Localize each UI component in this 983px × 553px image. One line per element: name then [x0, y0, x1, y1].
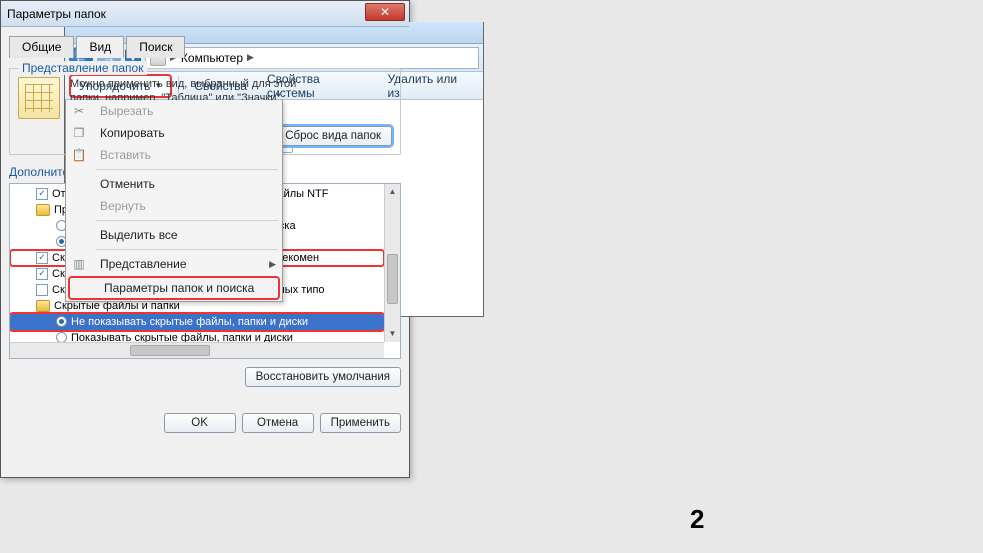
tree-row[interactable]: Показывать скрытые файлы, папки и диски: [10, 330, 384, 342]
tree-row-dont-show-hidden[interactable]: Не показывать скрытые файлы, папки и дис…: [10, 314, 384, 330]
scroll-thumb[interactable]: [387, 254, 398, 304]
layout-icon: ▥: [66, 257, 92, 271]
paste-icon: 📋: [66, 148, 92, 162]
dialog-titlebar: Параметры папок ✕: [1, 1, 409, 27]
menu-separator: [96, 249, 278, 250]
scroll-down-icon[interactable]: ▼: [385, 326, 400, 342]
horizontal-scrollbar[interactable]: [10, 342, 384, 358]
checkbox-icon[interactable]: ✓: [36, 188, 48, 200]
menu-paste[interactable]: 📋 Вставить: [66, 144, 282, 166]
folder-icon: [36, 204, 50, 216]
menu-undo[interactable]: Отменить: [66, 173, 282, 195]
menu-separator: [96, 220, 278, 221]
restore-defaults-button[interactable]: Восстановить умолчания: [245, 367, 401, 387]
ok-button[interactable]: OK: [164, 413, 236, 433]
reset-folders-button[interactable]: Сброс вида папок: [274, 126, 392, 146]
cancel-button[interactable]: Отмена: [242, 413, 314, 433]
copy-icon: ❐: [66, 126, 92, 140]
menu-select-all[interactable]: Выделить все: [66, 224, 282, 246]
vertical-scrollbar[interactable]: ▲ ▼: [384, 184, 400, 342]
menu-copy[interactable]: ❐ Копировать: [66, 122, 282, 144]
chevron-right-icon: ▶: [269, 259, 282, 270]
breadcrumb-computer[interactable]: Компьютер: [181, 51, 243, 65]
menu-separator: [96, 169, 278, 170]
scroll-thumb[interactable]: [130, 345, 210, 356]
menu-folder-options[interactable]: Параметры папок и поиска: [68, 276, 280, 300]
dialog-buttons: OK Отмена Применить: [9, 405, 401, 433]
checkbox-icon[interactable]: ✓: [36, 252, 48, 264]
organize-menu: ✂ Вырезать ❐ Копировать 📋 Вставить Отмен…: [65, 100, 283, 302]
group-title: Представление папок: [18, 61, 147, 75]
apply-button[interactable]: Применить: [320, 413, 401, 433]
radio-icon[interactable]: [56, 332, 67, 342]
dialog-title: Параметры папок: [7, 7, 106, 21]
folder-views-icon: [18, 77, 60, 119]
close-button[interactable]: ✕: [365, 3, 405, 21]
folder-icon: [36, 300, 50, 312]
tab-search[interactable]: Поиск: [126, 36, 185, 58]
address-bar[interactable]: ▶ Компьютер ▶: [145, 47, 479, 69]
scroll-up-icon[interactable]: ▲: [385, 184, 400, 200]
menu-cut[interactable]: ✂ Вырезать: [66, 100, 282, 122]
checkbox-icon[interactable]: ✓: [36, 268, 48, 280]
menu-layout[interactable]: ▥ Представление ▶: [66, 253, 282, 275]
menu-redo[interactable]: Вернуть: [66, 195, 282, 217]
chevron-right-icon: ▶: [247, 52, 254, 63]
checkbox-icon[interactable]: [36, 284, 48, 296]
tab-view[interactable]: Вид: [76, 36, 124, 58]
caption-2: 2: [690, 504, 704, 535]
cut-icon: ✂: [66, 104, 92, 118]
tab-general[interactable]: Общие: [9, 36, 74, 58]
radio-icon[interactable]: [56, 316, 67, 327]
